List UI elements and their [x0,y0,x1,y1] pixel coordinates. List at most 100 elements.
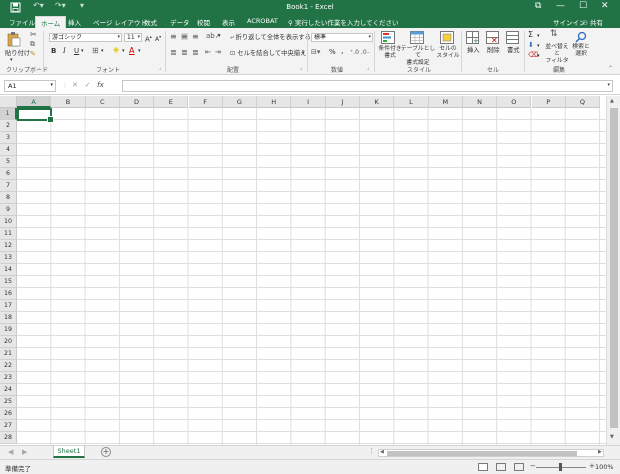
column-header-i[interactable]: I [291,96,326,108]
scroll-down-icon[interactable]: ▼ [610,434,614,440]
align-left-icon[interactable]: ≣ [170,49,177,57]
format-button[interactable]: 書式 [507,47,520,54]
column-header-g[interactable]: G [222,96,258,108]
column-header-m[interactable]: M [428,96,463,108]
wrap-text-button[interactable]: ⤶ 折り返して全体を表示する [230,34,311,41]
cancel-icon[interactable]: ✕ [72,81,78,89]
tab-file[interactable]: ファイル [9,17,35,27]
page-break-view-icon[interactable] [514,463,524,471]
font-launcher-icon[interactable]: ⌟ [159,65,161,72]
column-header-k[interactable]: K [360,96,395,108]
tab-split-handle-icon[interactable]: ⋮ [368,447,375,455]
font-name-dropdown[interactable]: 游ゴシック ▾ [49,33,122,42]
column-header-d[interactable]: D [119,96,155,108]
accounting-format-icon[interactable]: ⊟▾ [311,49,320,56]
column-header-q[interactable]: Q [565,96,601,108]
zoom-out-button[interactable]: − [530,462,536,470]
cell-area[interactable] [17,108,606,445]
tell-me-box[interactable]: ⚲ 実行したい作業を入力してください [288,17,398,27]
minimize-button[interactable]: — [556,1,565,11]
name-box[interactable]: A1 ▾ [4,80,56,92]
prev-sheet-icon[interactable]: ◀ [8,448,13,456]
row-header-9[interactable]: 9 [0,204,17,216]
copy-icon[interactable]: ⧉ [30,41,35,48]
tab-insert[interactable]: 挿入 [68,17,81,27]
insert-button[interactable]: 挿入 [467,47,480,54]
row-header-17[interactable]: 17 [0,300,17,312]
row-header-13[interactable]: 13 [0,252,17,264]
bold-button[interactable]: B [51,48,56,55]
row-header-10[interactable]: 10 [0,216,17,228]
autosum-icon[interactable]: Σ [528,31,533,39]
format-painter-icon[interactable]: ✎ [30,51,36,58]
font-size-dropdown[interactable]: 11 ▾ [124,33,142,42]
tab-formulas[interactable]: 数式 [144,17,157,27]
percent-style-button[interactable]: % [329,49,336,56]
column-header-f[interactable]: F [188,96,223,108]
tab-home[interactable]: ホーム [35,16,67,28]
align-middle-icon[interactable]: ≡ [181,33,188,41]
delete-cells-icon[interactable]: ✕ [486,31,499,44]
delete-button[interactable]: 削除 [487,47,500,54]
decrease-indent-icon[interactable]: ⇤ [205,49,211,56]
column-header-c[interactable]: C [85,96,120,108]
row-header-27[interactable]: 27 [0,420,17,432]
vertical-scroll-thumb[interactable] [610,108,618,428]
merge-dropdown-icon[interactable]: ▾ [302,50,305,57]
paste-icon[interactable] [7,31,21,47]
decrease-font-icon[interactable]: A▾ [155,33,161,43]
column-header-e[interactable]: E [154,96,189,108]
format-as-table-button[interactable]: テーブルとして 書式設定 [400,46,436,67]
alignment-launcher-icon[interactable]: ⌟ [300,65,302,72]
comma-style-button[interactable]: , [341,47,344,55]
ribbon-display-options-icon[interactable]: ⧉ [535,1,541,11]
insert-function-icon[interactable]: fx [97,81,104,89]
increase-decimal-icon[interactable]: ⁺.0 [350,49,359,56]
tab-page-layout[interactable]: ページ レイアウト [93,17,147,27]
row-header-8[interactable]: 8 [0,192,17,204]
align-top-icon[interactable]: ≡ [170,33,177,41]
increase-font-icon[interactable]: A▴ [145,33,152,43]
normal-view-icon[interactable] [478,463,488,471]
sign-in-link[interactable]: サインイン [553,17,586,27]
row-header-26[interactable]: 26 [0,408,17,420]
row-header-2[interactable]: 2 [0,120,17,132]
expand-formula-bar-icon[interactable]: ▾ [607,82,610,88]
scroll-up-icon[interactable]: ▲ [610,98,614,104]
tab-acrobat[interactable]: ACROBAT [247,17,278,25]
fill-color-icon[interactable]: ◈ [113,46,119,54]
row-header-4[interactable]: 4 [0,144,17,156]
align-right-icon[interactable]: ≣ [192,49,199,57]
row-header-25[interactable]: 25 [0,396,17,408]
fill-icon[interactable]: ⬇ [528,42,534,49]
sort-filter-icon[interactable]: ⇅ [550,30,558,39]
row-header-3[interactable]: 3 [0,132,17,144]
vertical-scrollbar[interactable]: ▲ ▼ [606,96,620,445]
find-select-icon[interactable] [575,31,587,43]
horizontal-scroll-thumb[interactable] [387,451,577,456]
autosum-dropdown-icon[interactable]: ▾ [537,33,540,40]
borders-icon[interactable]: ⊞ [92,47,99,55]
add-sheet-button[interactable]: + [101,447,111,457]
row-header-21[interactable]: 21 [0,348,17,360]
row-header-23[interactable]: 23 [0,372,17,384]
find-select-button[interactable]: 検索と 選択 [572,44,590,58]
cell-styles-icon[interactable] [440,31,454,44]
next-sheet-icon[interactable]: ▶ [22,448,27,456]
insert-cells-icon[interactable]: + [466,31,479,44]
sheet-tab-sheet1[interactable]: Sheet1 [53,446,85,458]
cell-styles-button[interactable]: セルの スタイル [436,46,460,60]
row-header-18[interactable]: 18 [0,312,17,324]
column-header-n[interactable]: N [462,96,498,108]
row-header-6[interactable]: 6 [0,168,17,180]
column-header-h[interactable]: H [257,96,292,108]
page-layout-view-icon[interactable] [496,463,506,471]
row-header-11[interactable]: 11 [0,228,17,240]
align-center-icon[interactable]: ≣ [181,49,188,57]
clear-dropdown-icon[interactable]: ▾ [537,53,540,60]
tab-view[interactable]: 表示 [222,17,235,27]
share-button[interactable]: ⚇ 共有 [582,17,603,27]
horizontal-scrollbar[interactable]: ◀ ▶ [378,449,604,457]
column-header-o[interactable]: O [497,96,532,108]
format-cells-icon[interactable] [506,31,519,44]
